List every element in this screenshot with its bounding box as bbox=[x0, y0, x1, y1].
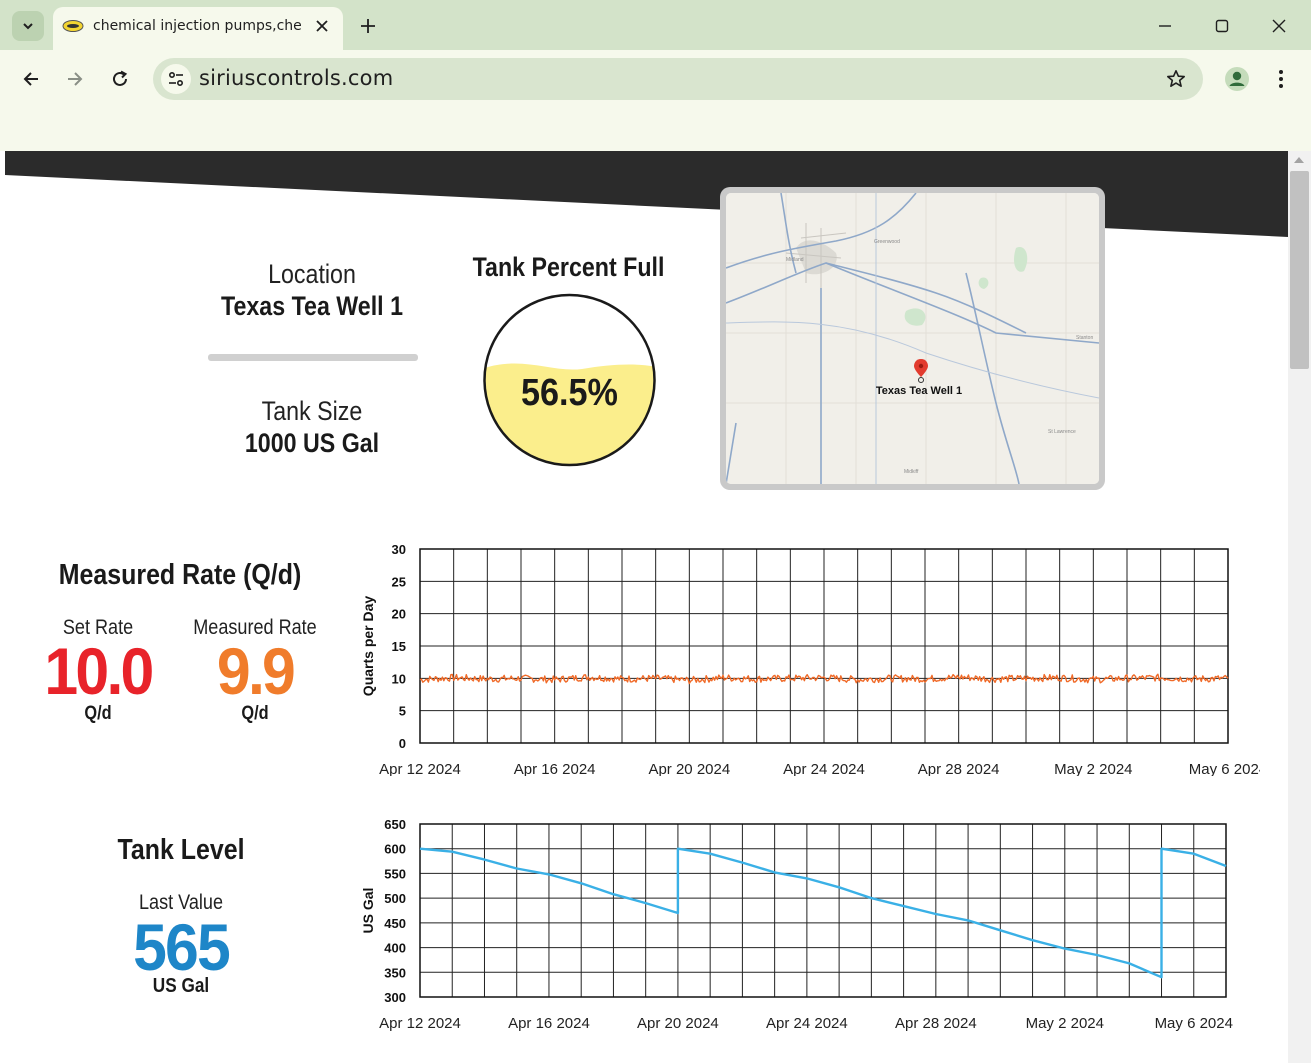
y-tick-label: 650 bbox=[384, 817, 406, 832]
y-tick-label: 15 bbox=[392, 639, 406, 654]
bookmark-button[interactable] bbox=[1161, 64, 1191, 94]
measured-rate-chart: 0 5 10 15 20 25 30 Apr 12 2024 Apr 16 2024 Apr 20… bbox=[360, 542, 1260, 776]
page-viewport: Location Texas Tea Well 1 Tank Size 1000… bbox=[5, 151, 1288, 1063]
tune-icon bbox=[168, 71, 184, 87]
y-tick-label: 300 bbox=[384, 990, 406, 1005]
x-tick-label: Apr 28 2024 bbox=[918, 761, 1000, 776]
last-value: 565 bbox=[133, 910, 231, 984]
x-tick-label: Apr 28 2024 bbox=[895, 1015, 977, 1032]
minimize-icon bbox=[1159, 25, 1171, 27]
location-label: Location bbox=[268, 259, 356, 289]
plus-icon bbox=[361, 19, 375, 33]
close-icon bbox=[316, 20, 328, 32]
browser-chrome: chemical injection pumps,chem siriuscont… bbox=[0, 0, 1311, 151]
measured-rate-value: 9.9 bbox=[216, 634, 296, 708]
tab-title: chemical injection pumps,chem bbox=[93, 18, 303, 34]
y-tick-label: 450 bbox=[384, 916, 406, 931]
location-value: Texas Tea Well 1 bbox=[221, 291, 403, 321]
browser-toolbar: siriuscontrols.com bbox=[0, 50, 1311, 151]
minimize-button[interactable] bbox=[1150, 12, 1180, 40]
series-line bbox=[419, 847, 1227, 979]
maximize-icon bbox=[1215, 19, 1229, 33]
reload-icon bbox=[113, 70, 128, 86]
map-place-label: Midland bbox=[786, 257, 804, 263]
y-tick-label: 30 bbox=[392, 542, 406, 557]
site-info-button[interactable] bbox=[161, 64, 191, 94]
avatar-icon bbox=[1225, 67, 1249, 91]
chevron-down-icon bbox=[23, 23, 33, 30]
last-value-unit: US Gal bbox=[152, 975, 210, 997]
y-tick-label: 0 bbox=[399, 736, 406, 751]
tank-size-label: Tank Size bbox=[261, 396, 363, 426]
x-tick-label: Apr 12 2024 bbox=[379, 1015, 461, 1032]
x-tick-label: Apr 24 2024 bbox=[766, 1015, 848, 1032]
x-tick-label: Apr 16 2024 bbox=[514, 761, 596, 776]
y-tick-label: 500 bbox=[384, 891, 406, 906]
arrow-left-icon bbox=[23, 72, 38, 86]
tank-level-chart: 300 350 400 450 500 550 600 650 Apr 12 2024 Apr 1… bbox=[360, 817, 1233, 1032]
x-tick-label: May 2 2024 bbox=[1054, 761, 1132, 776]
x-tick-label: Apr 24 2024 bbox=[783, 761, 865, 776]
map-place-label: Stanton bbox=[1076, 335, 1093, 341]
address-bar[interactable]: siriuscontrols.com bbox=[153, 58, 1203, 100]
page-scrollbar[interactable] bbox=[1288, 151, 1311, 1063]
star-icon bbox=[1167, 70, 1185, 87]
tank-size-value: 1000 US Gal bbox=[244, 428, 380, 458]
y-tick-label: 600 bbox=[384, 842, 406, 857]
x-tick-label: Apr 16 2024 bbox=[508, 1015, 590, 1032]
y-tick-label: 5 bbox=[399, 704, 406, 719]
tab-close-button[interactable] bbox=[311, 15, 333, 37]
map[interactable]: Midland Greenwood Stanton St Lawrence Mi… bbox=[726, 193, 1099, 484]
y-axis-label: US Gal bbox=[360, 888, 376, 934]
tank-gauge: 56.5% bbox=[483, 293, 656, 467]
x-tick-label: Apr 12 2024 bbox=[379, 761, 461, 776]
y-tick-label: 25 bbox=[392, 574, 406, 589]
forward-button[interactable] bbox=[60, 64, 90, 94]
measured-rate-unit: Q/d bbox=[241, 703, 269, 724]
profile-button[interactable] bbox=[1222, 64, 1252, 94]
back-button[interactable] bbox=[16, 64, 46, 94]
scroll-up-arrow-icon[interactable] bbox=[1294, 157, 1304, 163]
divider bbox=[208, 354, 418, 361]
reload-button[interactable] bbox=[105, 64, 135, 94]
map-place-label: St Lawrence bbox=[1048, 429, 1076, 435]
gauge-title: Tank Percent Full bbox=[472, 252, 665, 282]
tank-level-title: Tank Level bbox=[117, 834, 245, 866]
map-place-label: Greenwood bbox=[874, 239, 900, 245]
map-place-label: Midkiff bbox=[904, 469, 919, 475]
x-tick-label: Apr 20 2024 bbox=[637, 1015, 719, 1032]
y-tick-label: 20 bbox=[392, 607, 406, 622]
site-favicon-icon bbox=[62, 20, 84, 32]
y-tick-label: 550 bbox=[384, 866, 406, 881]
active-tab[interactable]: chemical injection pumps,chem bbox=[53, 7, 343, 50]
maximize-button[interactable] bbox=[1207, 12, 1237, 40]
gauge-value: 56.5% bbox=[521, 370, 618, 413]
x-tick-label: May 2 2024 bbox=[1026, 1015, 1104, 1032]
map-marker-label: Texas Tea Well 1 bbox=[876, 385, 962, 397]
map-roads: Midland Greenwood Stanton St Lawrence Mi… bbox=[726, 193, 1099, 484]
x-tick-label: May 6 2024 bbox=[1189, 761, 1260, 776]
scroll-thumb[interactable] bbox=[1290, 171, 1309, 369]
new-tab-button[interactable] bbox=[355, 13, 381, 39]
set-rate-unit: Q/d bbox=[84, 703, 112, 724]
close-icon bbox=[1272, 19, 1286, 33]
x-tick-label: May 6 2024 bbox=[1155, 1015, 1233, 1032]
y-tick-label: 10 bbox=[392, 671, 406, 686]
browser-menu-button[interactable] bbox=[1266, 64, 1296, 94]
tab-strip: chemical injection pumps,chem bbox=[0, 0, 1311, 50]
y-tick-label: 400 bbox=[384, 941, 406, 956]
measured-rate-title: Measured Rate (Q/d) bbox=[58, 559, 302, 591]
x-tick-label: Apr 20 2024 bbox=[648, 761, 730, 776]
tab-search-button[interactable] bbox=[12, 11, 44, 41]
plot-frame bbox=[419, 823, 1227, 998]
set-rate-value: 10.0 bbox=[44, 634, 154, 708]
close-window-button[interactable] bbox=[1264, 12, 1294, 40]
y-axis-label: Quarts per Day bbox=[360, 596, 376, 697]
y-tick-label: 350 bbox=[384, 965, 406, 980]
map-card[interactable]: Midland Greenwood Stanton St Lawrence Mi… bbox=[720, 187, 1105, 490]
more-vert-icon bbox=[1279, 70, 1283, 88]
url-text: siriuscontrols.com bbox=[199, 66, 394, 90]
arrow-right-icon bbox=[68, 72, 83, 86]
